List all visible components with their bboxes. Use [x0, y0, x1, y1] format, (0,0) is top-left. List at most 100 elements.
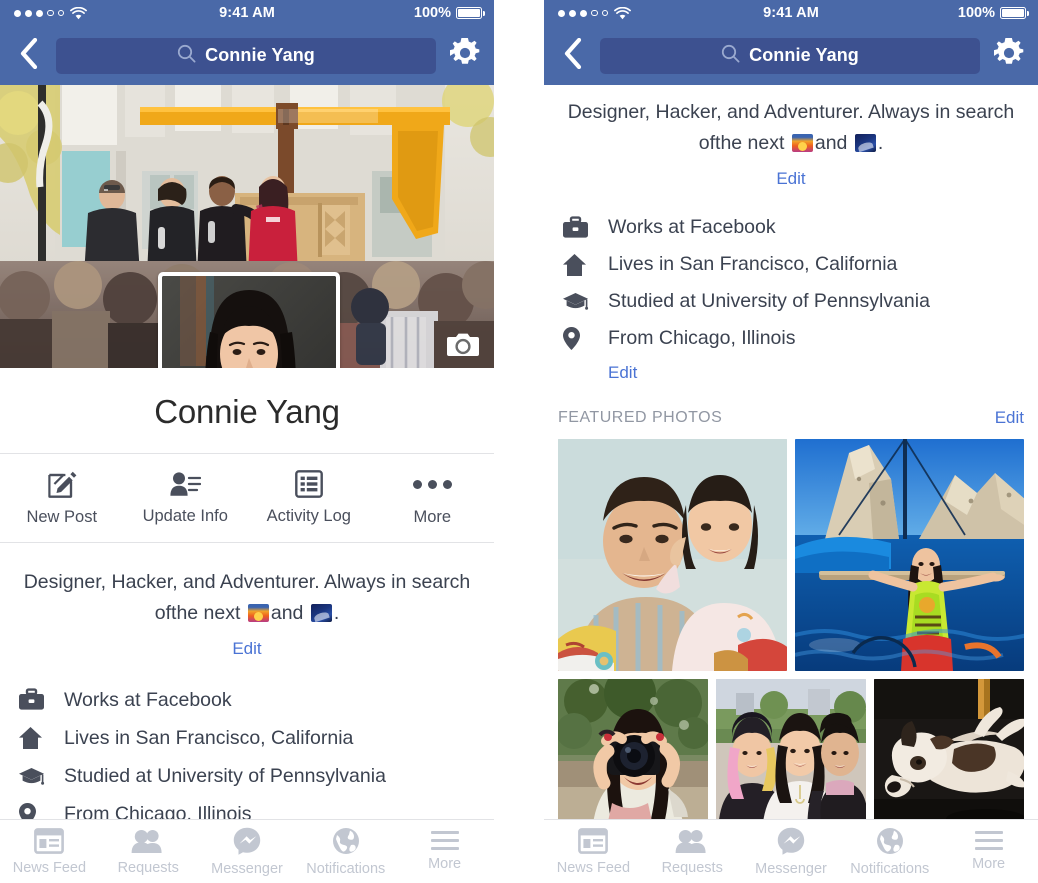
featured-photo-3[interactable]: [558, 679, 708, 831]
screenshot-stage: 9:41 AM 100% Connie Yang Connie Yang New…: [0, 0, 1038, 883]
cover-photo[interactable]: [0, 85, 494, 368]
briefcase-icon: [562, 215, 608, 240]
chevron-left-icon: [19, 37, 38, 74]
status-bar-right: 100%: [958, 5, 1029, 21]
bio-text: Designer, Hacker, and Adventurer. Always…: [16, 567, 478, 629]
tab-label: Notifications: [306, 860, 386, 877]
activity-log-button[interactable]: Activity Log: [247, 470, 371, 526]
tab-messenger[interactable]: Messenger: [742, 827, 841, 877]
info-text: Works at Facebook: [64, 688, 232, 711]
gear-icon: [994, 38, 1024, 73]
info-row-lives[interactable]: Lives in San Francisco, California: [0, 719, 494, 757]
info-text: From Chicago, Illinois: [608, 327, 796, 349]
profile-picture-image: [162, 276, 336, 368]
settings-button[interactable]: [980, 38, 1038, 73]
search-input[interactable]: Connie Yang: [56, 37, 436, 74]
tab-label: Messenger: [755, 860, 827, 877]
bio-section: Designer, Hacker, and Adventurer. Always…: [544, 85, 1038, 189]
action-label: Update Info: [142, 507, 228, 525]
search-value: Connie Yang: [749, 45, 859, 65]
settings-button[interactable]: [436, 38, 494, 73]
news-feed-icon: [578, 827, 609, 854]
bottom-tab-bar: News Feed Requests Messenger Notificatio…: [0, 819, 494, 883]
compose-icon: [47, 469, 77, 499]
more-actions-button[interactable]: More: [371, 469, 495, 527]
tab-more[interactable]: More: [395, 831, 494, 872]
info-edit-link[interactable]: Edit: [544, 363, 637, 383]
tab-label: More: [972, 856, 1006, 872]
tab-label: News Feed: [12, 859, 87, 876]
featured-photo-2[interactable]: [795, 439, 1024, 671]
info-row-lives[interactable]: Lives in San Francisco, California: [544, 246, 1038, 283]
right-phone-panel: 9:41 AM 100% Connie Yang Designer, Hacke…: [544, 0, 1038, 883]
featured-photos-header: FEATURED PHOTOS Edit: [544, 397, 1038, 439]
bio-line-2-post: .: [877, 132, 884, 154]
battery-icon: [1000, 7, 1029, 19]
page-title: Connie Yang: [154, 393, 340, 430]
info-text: Lives in San Francisco, California: [608, 253, 898, 275]
search-icon: [177, 44, 196, 68]
info-row-studied[interactable]: Studied at University of Pennsylvania: [544, 283, 1038, 320]
action-label: Activity Log: [266, 507, 351, 525]
featured-photo-5[interactable]: [874, 679, 1024, 831]
new-post-button[interactable]: New Post: [0, 469, 124, 527]
friend-requests-icon: [131, 828, 165, 854]
bio-section: Designer, Hacker, and Adventurer. Always…: [0, 543, 494, 659]
tab-requests[interactable]: Requests: [643, 828, 742, 876]
camera-icon[interactable]: [446, 331, 480, 358]
profile-action-bar: New Post Update Info Activity Log More: [0, 454, 494, 542]
home-icon: [18, 726, 64, 750]
bio-line-2-post: .: [333, 602, 340, 624]
bottom-tab-bar: News Feed Requests Messenger Notificatio…: [544, 819, 1038, 883]
info-text: Studied at University of Pennsylvania: [608, 290, 930, 312]
featured-photo-4[interactable]: [716, 679, 866, 831]
update-info-button[interactable]: Update Info: [124, 470, 248, 526]
milky-way-emoji: [854, 134, 876, 152]
tab-more[interactable]: More: [939, 831, 1038, 872]
featured-photo-1[interactable]: [558, 439, 787, 671]
featured-edit-link[interactable]: Edit: [995, 408, 1024, 428]
tab-notifications[interactable]: Notifications: [840, 827, 939, 877]
tab-requests[interactable]: Requests: [99, 828, 198, 876]
tab-notifications[interactable]: Notifications: [296, 827, 395, 877]
featured-photos-row-2: [558, 679, 1024, 831]
status-bar: 9:41 AM 100%: [544, 0, 1038, 26]
info-list: Works at Facebook Lives in San Francisco…: [544, 189, 1038, 383]
info-row-work[interactable]: Works at Facebook: [0, 681, 494, 719]
info-text: Lives in San Francisco, California: [64, 726, 354, 749]
news-feed-icon: [34, 827, 65, 854]
milky-way-emoji: [310, 604, 332, 622]
tab-news-feed[interactable]: News Feed: [0, 827, 99, 876]
bio-line-2-mid: and: [270, 602, 304, 624]
graduation-cap-icon: [18, 766, 64, 787]
info-row-from[interactable]: From Chicago, Illinois: [544, 320, 1038, 357]
nav-bar: Connie Yang: [544, 26, 1038, 85]
gear-icon: [450, 38, 480, 73]
person-info-icon: [169, 470, 202, 498]
tab-messenger[interactable]: Messenger: [198, 827, 297, 877]
bio-line-2-pre: ofthe next: [698, 132, 785, 154]
search-input[interactable]: Connie Yang: [600, 37, 980, 74]
bio-edit-link[interactable]: Edit: [776, 169, 805, 189]
map-pin-icon: [562, 326, 608, 351]
status-bar: 9:41 AM 100%: [0, 0, 494, 26]
bio-line-2-pre: ofthe next: [154, 602, 241, 624]
back-button[interactable]: [0, 37, 56, 74]
tab-label: More: [428, 856, 462, 872]
profile-picture[interactable]: [158, 272, 340, 368]
tab-label: News Feed: [556, 859, 631, 876]
friend-requests-icon: [675, 828, 709, 854]
bio-edit-link[interactable]: Edit: [232, 639, 261, 659]
section-title: FEATURED PHOTOS: [558, 409, 723, 426]
featured-photos-grid: [544, 439, 1038, 831]
back-button[interactable]: [544, 37, 600, 74]
info-list: Works at Facebook Lives in San Francisco…: [0, 659, 494, 833]
info-row-studied[interactable]: Studied at University of Pennsylvania: [0, 757, 494, 795]
info-row-work[interactable]: Works at Facebook: [544, 209, 1038, 246]
bio-line-1: Designer, Hacker, and Adventurer. Always…: [23, 571, 471, 593]
featured-photos-row-1: [558, 439, 1024, 671]
tab-news-feed[interactable]: News Feed: [544, 827, 643, 876]
bio-line-2-mid: and: [814, 132, 848, 154]
sunset-emoji: [247, 604, 269, 622]
globe-notifications-icon: [876, 827, 904, 855]
